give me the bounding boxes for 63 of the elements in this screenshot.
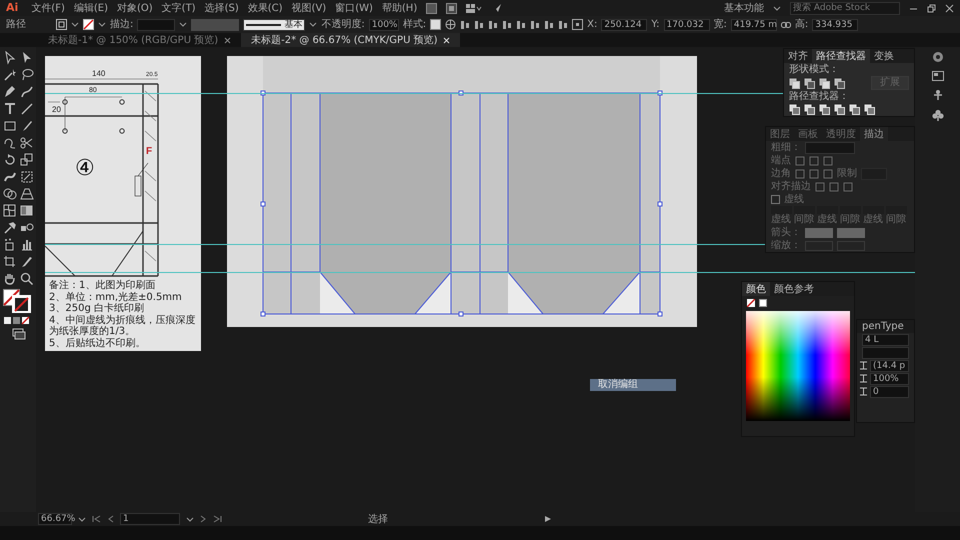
menu-item[interactable]: 文件(F)	[31, 0, 65, 16]
section-label: 形状模式：	[788, 63, 840, 76]
panel-tab[interactable]: 对齐	[784, 49, 812, 63]
menu-item[interactable]: 编辑(E)	[74, 0, 108, 16]
menu-item[interactable]: 选择(S)	[204, 0, 239, 16]
note-line: 5、后贴纸边不印刷。	[49, 338, 146, 349]
coordinate-label: 高:	[794, 18, 808, 32]
section-label: 路径查找器：	[788, 90, 850, 103]
x-field[interactable]: 250.124	[601, 18, 648, 30]
dash-field-label: 虚线	[771, 206, 792, 226]
coordinate-label: X:	[587, 18, 598, 32]
style-label: 样式:	[402, 18, 426, 32]
current-tool-label: 选择	[368, 512, 388, 526]
opacity-label: 不透明度:	[321, 18, 365, 32]
artboard-number-field[interactable]: 1	[120, 513, 180, 525]
panel-title: penType	[862, 320, 904, 332]
context-menu-item[interactable]: 取消编组	[590, 379, 676, 391]
width-field[interactable]: 419.75 m	[730, 18, 777, 30]
menu-item[interactable]: 窗口(W)	[335, 0, 373, 16]
field-label: 边角	[771, 168, 791, 180]
panel-tab[interactable]: 路径查找器	[812, 49, 870, 63]
stroke-profile-dropdown[interactable]: 基本	[243, 18, 306, 30]
menu-item[interactable]: 效果(C)	[248, 0, 283, 16]
selection-type-label: 路径	[6, 18, 26, 32]
menu-item[interactable]: 文字(T)	[162, 0, 196, 16]
menu-item[interactable]: 视图(V)	[292, 0, 326, 16]
marker-letter: F	[146, 146, 152, 157]
note-line: 3、250g 白卡纸印刷	[49, 303, 145, 314]
panel-tab[interactable]: 颜色参考	[770, 282, 818, 296]
opacity-field[interactable]: 100%	[368, 18, 399, 30]
dash-field-label: 间隙	[886, 206, 907, 226]
panel-tab[interactable]: 变换	[870, 49, 898, 63]
field-label: 缩放：	[771, 240, 801, 252]
panel-tab[interactable]: 描边	[860, 127, 888, 141]
panel-tab[interactable]: 颜色	[742, 282, 770, 296]
field-label: 粗细：	[771, 142, 801, 154]
checkbox-label: 虚线	[784, 194, 804, 206]
coordinate-label: 宽:	[714, 18, 727, 32]
font-style-dropdown[interactable]: 4 L	[862, 334, 909, 346]
note-line: 备注：1、此图为印刷面	[49, 280, 156, 292]
search-field[interactable]: 搜索 Adobe Stock	[790, 2, 900, 14]
height-field[interactable]: 334.935	[812, 18, 858, 30]
tracking-field[interactable]: 0	[870, 386, 909, 398]
field-label: 箭头：	[771, 226, 801, 238]
field-label: 限制	[837, 168, 857, 180]
note-line: 4、中间虚线为折痕线，压痕深度为纸张厚度的1/3。	[49, 314, 196, 338]
menu-item[interactable]: 对象(O)	[116, 0, 153, 16]
panel-number: ④	[75, 156, 95, 181]
horizontal-scale-field[interactable]: 100%	[870, 372, 909, 384]
leading-field[interactable]: (14.4 p	[870, 360, 909, 372]
field-label: 对齐描边	[771, 180, 811, 192]
note-line: 2、单位：mm,光差±0.5mm	[49, 292, 183, 302]
field-label: 端点	[771, 154, 791, 166]
document-tab[interactable]: 未标题-1* @ 150% (RGB/GPU 预览)	[38, 33, 242, 47]
stroke-label: 描边:	[110, 18, 134, 32]
document-tab[interactable]: 未标题-2* @ 66.67% (CMYK/GPU 预览)	[241, 33, 460, 47]
menu-item[interactable]: 帮助(H)	[382, 0, 418, 16]
dimension-label: 140	[92, 69, 106, 78]
app-logo: Ai	[6, 0, 18, 16]
y-field[interactable]: 170.032	[664, 18, 710, 30]
workspace-switcher[interactable]: 基本功能	[724, 0, 764, 16]
coordinate-label: Y:	[651, 18, 660, 32]
dimension-label: 20	[52, 105, 61, 114]
